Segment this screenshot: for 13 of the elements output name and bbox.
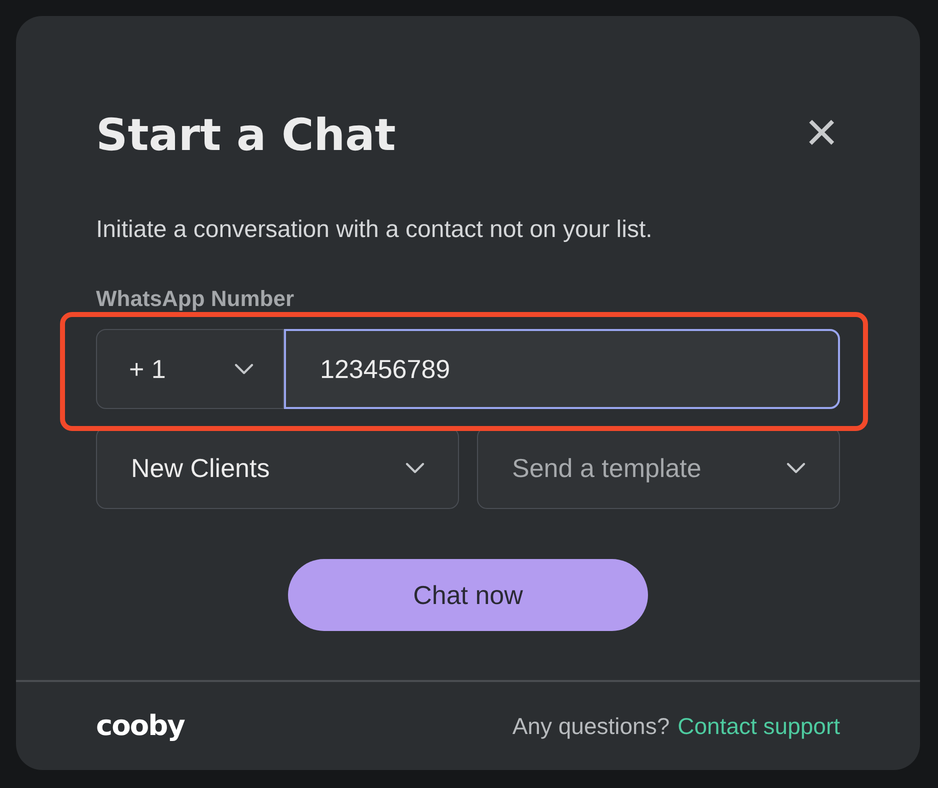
footer-question: Any questions? (512, 712, 670, 741)
close-button[interactable]: × (805, 104, 838, 160)
dialog-title: Start a Chat (96, 114, 396, 158)
chevron-down-icon (233, 362, 255, 376)
chevron-down-icon (404, 461, 426, 475)
chevron-down-icon (785, 461, 807, 475)
field-label: WhatsApp Number (96, 288, 295, 310)
contact-support-link[interactable]: Contact support (678, 708, 840, 744)
dialog-description: Initiate a conversation with a contact not on your list. (96, 218, 654, 242)
cooby-logo: cooby (96, 708, 184, 744)
chat-now-button[interactable]: Chat now (288, 559, 648, 631)
phone-number-input[interactable]: 123456789 (284, 329, 840, 409)
country-code-select[interactable]: + 1 (96, 329, 284, 409)
